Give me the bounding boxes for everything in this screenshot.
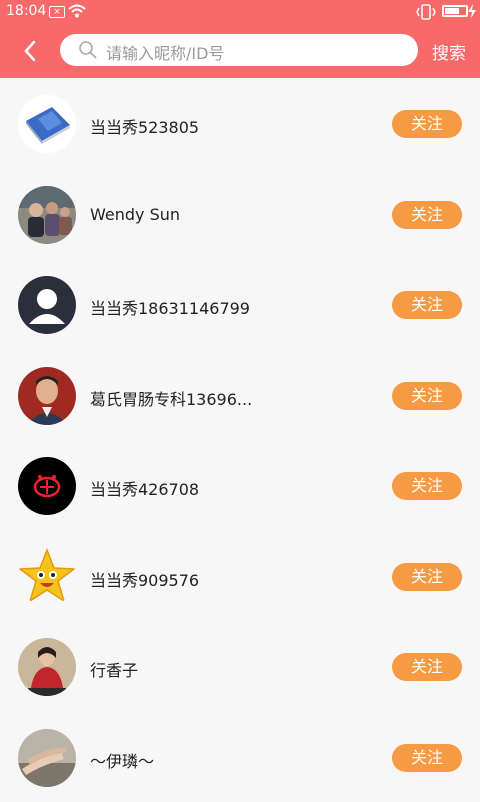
follow-button[interactable]: 关注 <box>392 472 462 500</box>
user-name: 当当秀909576 <box>90 567 199 591</box>
avatar[interactable] <box>18 186 76 244</box>
avatar[interactable] <box>18 638 76 696</box>
list-item[interactable]: ～伊璘～ 关注 <box>0 712 480 802</box>
charging-icon <box>468 4 476 18</box>
user-name: 行香子 <box>90 657 138 681</box>
user-name: Wendy Sun <box>90 205 180 224</box>
follow-button[interactable]: 关注 <box>392 382 462 410</box>
avatar[interactable] <box>18 276 76 334</box>
list-item[interactable]: 当当秀426708 关注 <box>0 440 480 531</box>
user-name: 当当秀523805 <box>90 114 199 138</box>
follow-button[interactable]: 关注 <box>392 653 462 681</box>
search-button[interactable]: 搜索 <box>432 39 466 64</box>
search-box[interactable]: 请输入昵称/ID号 <box>60 34 418 66</box>
follow-button[interactable]: 关注 <box>392 563 462 591</box>
status-bar: 18:04 × <box>0 0 480 24</box>
wifi-icon <box>68 4 86 18</box>
list-item[interactable]: 当当秀523805 关注 <box>0 78 480 169</box>
list-item[interactable]: 当当秀18631146799 关注 <box>0 259 480 350</box>
user-list: 当当秀523805 关注 Wendy Sun 关注 <box>0 78 480 802</box>
avatar[interactable] <box>18 729 76 787</box>
status-time: 18:04 <box>6 3 46 19</box>
list-item[interactable]: 葛氏胃肠专科13696... 关注 <box>0 350 480 441</box>
top-bar: 请输入昵称/ID号 搜索 <box>0 24 480 78</box>
battery-icon <box>442 5 468 17</box>
avatar[interactable] <box>18 457 76 515</box>
user-name: ～伊璘～ <box>90 748 154 772</box>
vibrate-icon <box>416 4 436 20</box>
back-arrow-icon[interactable] <box>18 36 44 66</box>
avatar[interactable] <box>18 95 76 153</box>
follow-button[interactable]: 关注 <box>392 291 462 319</box>
search-input[interactable]: 请输入昵称/ID号 <box>106 40 224 64</box>
user-name: 葛氏胃肠专科13696... <box>90 386 252 410</box>
list-item[interactable]: 当当秀909576 关注 <box>0 531 480 622</box>
user-name: 当当秀426708 <box>90 476 199 500</box>
follow-button[interactable]: 关注 <box>392 110 462 138</box>
user-name: 当当秀18631146799 <box>90 295 250 319</box>
search-icon <box>78 40 98 60</box>
list-item[interactable]: Wendy Sun 关注 <box>0 169 480 260</box>
follow-button[interactable]: 关注 <box>392 201 462 229</box>
avatar[interactable] <box>18 548 76 606</box>
follow-button[interactable]: 关注 <box>392 744 462 772</box>
avatar[interactable] <box>18 367 76 425</box>
notification-icon: × <box>49 6 65 18</box>
list-item[interactable]: 行香子 关注 <box>0 621 480 712</box>
